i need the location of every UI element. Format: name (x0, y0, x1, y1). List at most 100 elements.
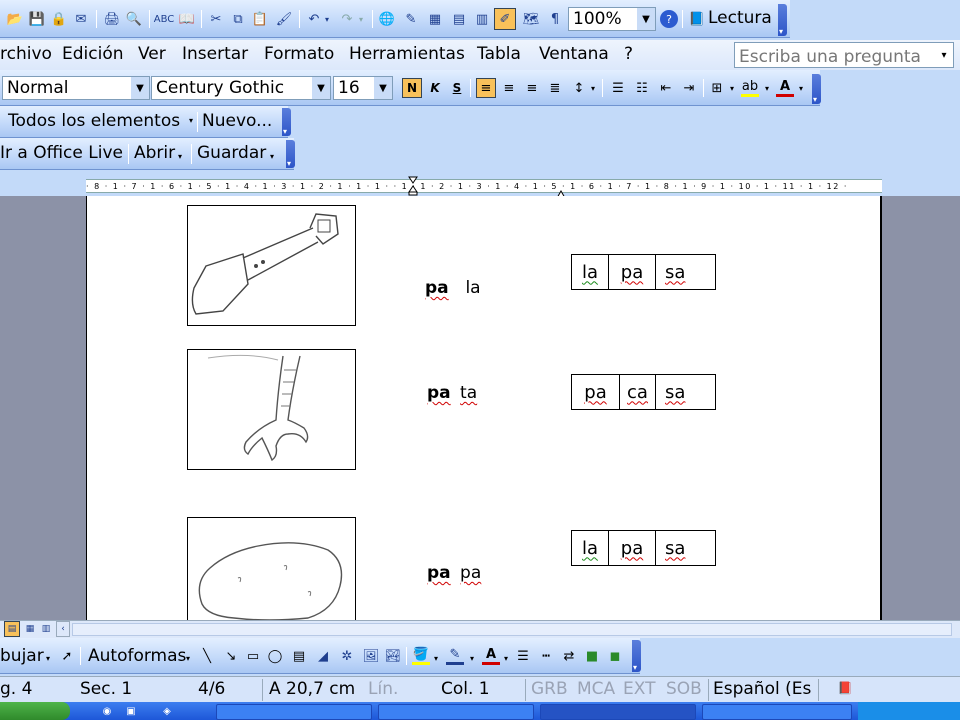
normal-view-icon[interactable]: ▤ (4, 621, 20, 637)
start-button[interactable] (0, 702, 70, 720)
chevron-down-icon[interactable]: ▾ (184, 649, 192, 667)
menu-insert[interactable]: Insertar (182, 44, 248, 64)
quicklaunch-icon[interactable]: ◉ (98, 702, 116, 720)
show-hide-icon[interactable]: ¶ (546, 10, 564, 28)
print-preview-icon[interactable]: 🔍 (125, 10, 143, 28)
textbox-icon[interactable]: ▤ (290, 647, 308, 665)
fill-color-icon[interactable]: 🪣 (412, 647, 430, 665)
scroll-left-icon[interactable]: ‹ (56, 621, 70, 637)
wordart-icon[interactable]: ◢ (314, 647, 332, 665)
menu-window[interactable]: Ventana (539, 44, 609, 64)
office-live-button[interactable]: Ir a Office Live (0, 143, 123, 163)
drawing-icon[interactable]: ✐ (494, 8, 516, 30)
taskbar-item[interactable] (378, 704, 534, 720)
reading-mode-button[interactable]: Lectura (708, 8, 772, 28)
tables-borders-icon[interactable]: ✎ (402, 10, 420, 28)
horizontal-ruler[interactable]: · 8 · 1 · 7 · 1 · 6 · 1 · 5 · 1 · 4 · 1 … (0, 176, 960, 199)
research-icon[interactable]: 📖 (178, 10, 196, 28)
document-page[interactable]: pa la la pa sa pa ta pa ca sa pa pa la p… (86, 196, 882, 627)
underline-button[interactable]: S (448, 79, 466, 97)
save-icon[interactable]: 💾 (28, 10, 46, 28)
menu-help[interactable]: ? (624, 44, 633, 64)
horizontal-scrollbar[interactable] (72, 623, 952, 636)
help-icon[interactable]: ? (660, 10, 678, 28)
menu-view[interactable]: Ver (138, 44, 166, 64)
insert-table-icon[interactable]: ▦ (426, 10, 444, 28)
menu-file[interactable]: rchivo (0, 44, 52, 64)
bullets-icon[interactable]: ☷ (633, 79, 651, 97)
redo-icon[interactable]: ↷ (338, 10, 356, 28)
chevron-down-icon[interactable]: ▾ (727, 79, 737, 97)
permission-icon[interactable]: 🔒 (50, 10, 68, 28)
redo-dropdown-icon[interactable]: ▾ (356, 10, 366, 28)
spelling-status-icon[interactable]: 📕 (836, 679, 854, 697)
shovel-picture[interactable] (187, 205, 356, 326)
status-sob[interactable]: SOB (666, 679, 702, 699)
chevron-down-icon[interactable]: ▾ (186, 109, 196, 131)
chevron-down-icon[interactable]: ▾ (935, 43, 953, 67)
print-icon[interactable]: 🖨 (103, 10, 121, 28)
highlight-icon[interactable]: ab (741, 79, 759, 97)
clipart-icon[interactable]: 🖼 (362, 647, 380, 665)
chevron-down-icon[interactable]: ▼ (637, 8, 655, 30)
select-objects-icon[interactable]: ➚ (58, 647, 76, 665)
show-items-select[interactable]: Todos los elementos ▾ (4, 109, 196, 133)
increase-indent-icon[interactable]: ⇥ (680, 79, 698, 97)
potato-picture[interactable] (187, 517, 356, 627)
email-icon[interactable]: ✉ (72, 10, 90, 28)
toolbar-grip[interactable] (286, 140, 295, 168)
status-ext[interactable]: EXT (623, 679, 655, 699)
columns-icon[interactable]: ▥ (473, 10, 491, 28)
chevron-down-icon[interactable]: ▾ (432, 649, 440, 667)
chevron-down-icon[interactable]: ▾ (762, 79, 772, 97)
web-view-icon[interactable]: ▦ (22, 621, 38, 637)
zoom-select[interactable]: 100% ▼ (568, 7, 656, 31)
oval-icon[interactable]: ◯ (266, 647, 284, 665)
undo-icon[interactable]: ↶ (305, 10, 323, 28)
numbering-icon[interactable]: ☰ (609, 79, 627, 97)
shadow-icon[interactable]: ■ (583, 647, 601, 665)
document-map-icon[interactable]: 🗺 (522, 10, 540, 28)
align-right-icon[interactable]: ≡ (523, 79, 541, 97)
picture-icon[interactable]: 🏞 (384, 647, 402, 665)
open-button[interactable]: Abrir (134, 143, 175, 163)
menu-tools[interactable]: Herramientas (349, 44, 465, 64)
draw-menu-button[interactable]: bujar (0, 646, 44, 666)
line-style-icon[interactable]: ☰ (514, 647, 532, 665)
chevron-down-icon[interactable]: ▼ (312, 77, 330, 99)
chevron-down-icon[interactable]: ▼ (374, 77, 392, 99)
autoshapes-menu-button[interactable]: Autoformas (88, 646, 186, 666)
help-question-input[interactable]: Escriba una pregunta ▾ (734, 42, 954, 68)
toolbar-grip[interactable] (282, 108, 291, 136)
cut-icon[interactable]: ✂ (207, 10, 225, 28)
taskbar-item[interactable] (540, 704, 696, 720)
font-select[interactable]: Century Gothic ▼ (151, 76, 331, 100)
toolbar-grip[interactable] (632, 640, 641, 672)
reading-view-icon[interactable]: ▥ (38, 621, 54, 637)
chicken-foot-picture[interactable] (187, 349, 356, 470)
italic-button[interactable]: K (426, 79, 444, 97)
save-button[interactable]: Guardar (197, 143, 266, 163)
menu-table[interactable]: Tabla (477, 44, 521, 64)
justify-icon[interactable]: ≣ (546, 79, 564, 97)
chevron-down-icon[interactable]: ▾ (588, 79, 598, 97)
line-color-icon[interactable]: ✎ (446, 647, 464, 665)
taskbar-item[interactable] (216, 704, 372, 720)
spelling-icon[interactable]: ABC (154, 10, 175, 28)
arrow-style-icon[interactable]: ⇄ (560, 647, 578, 665)
chevron-down-icon[interactable]: ▾ (502, 649, 510, 667)
chevron-down-icon[interactable]: ▾ (796, 79, 806, 97)
status-grb[interactable]: GRB (531, 679, 568, 699)
menu-edit[interactable]: Edición (62, 44, 124, 64)
copy-icon[interactable]: ⧉ (229, 10, 247, 28)
menu-format[interactable]: Formato (264, 44, 334, 64)
style-select[interactable]: Normal ▼ (2, 76, 150, 100)
align-center-icon[interactable]: ≡ (500, 79, 518, 97)
align-left-icon[interactable]: ≡ (476, 78, 496, 98)
arrow-icon[interactable]: ↘ (222, 647, 240, 665)
3d-icon[interactable]: ◼ (606, 647, 624, 665)
status-mca[interactable]: MCA (577, 679, 615, 699)
new-button[interactable]: Nuevo... (202, 111, 272, 131)
quicklaunch-icon[interactable]: ▣ (122, 702, 140, 720)
diagram-icon[interactable]: ✲ (338, 647, 356, 665)
